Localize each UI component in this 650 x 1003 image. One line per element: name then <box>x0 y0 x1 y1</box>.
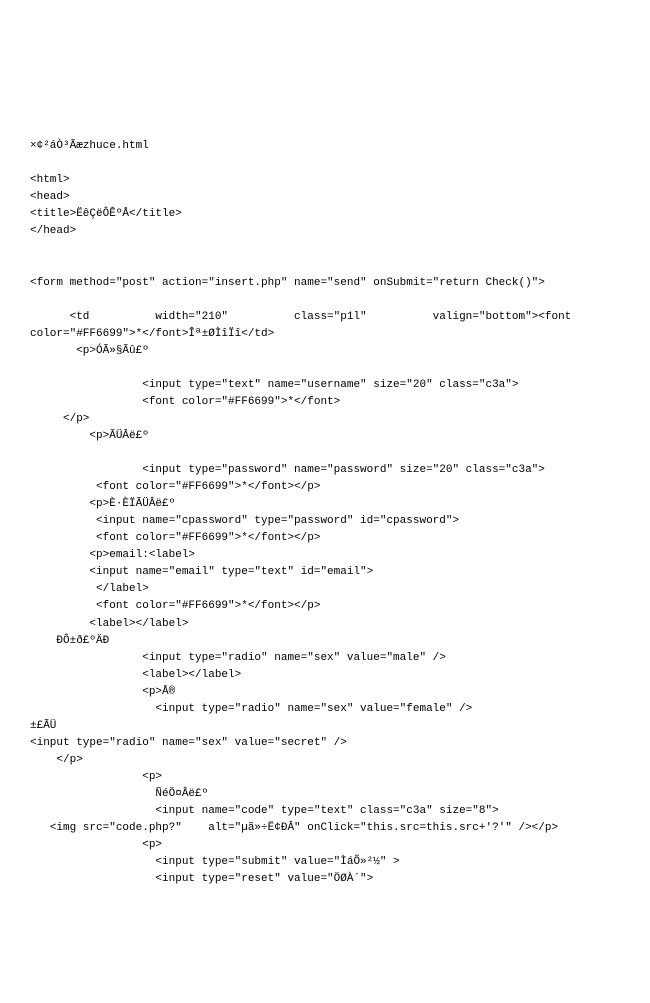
code-line: <input type="submit" value="ÌáÕ»²½" > <box>30 854 620 871</box>
code-line: color="#FF6699">*</font>Îª±ØÌîÏî</td> <box>30 326 620 343</box>
code-line: <font color="#FF6699">*</font> <box>30 394 620 411</box>
code-line: <font color="#FF6699">*</font></p> <box>30 598 620 615</box>
code-line: <input name="cpassword" type="password" … <box>30 513 620 530</box>
code-line: <label></label> <box>30 616 620 633</box>
code-line: </head> <box>30 223 620 240</box>
code-line: <p>È·ÈÏÃÜÂë£º <box>30 496 620 513</box>
code-line: <p>email:<label> <box>30 547 620 564</box>
code-line <box>30 258 620 275</box>
code-listing: ×¢²áÒ³Ãæzhuce.html <html><head><title>Ëê… <box>30 138 620 888</box>
code-line: ±£ÃÜ <box>30 718 620 735</box>
code-line: ÐÔ±ð£ºÄÐ <box>30 633 620 650</box>
code-line: <head> <box>30 189 620 206</box>
code-line: <font color="#FF6699">*</font></p> <box>30 530 620 547</box>
code-line: <input type="text" name="username" size=… <box>30 377 620 394</box>
code-line: <img src="code.php?" alt="µã»÷Ë¢ÐÂ" onCl… <box>30 820 620 837</box>
code-line: <p>ÃÜÂë£º <box>30 428 620 445</box>
code-line: <p>Å® <box>30 684 620 701</box>
code-line: </p> <box>30 752 620 769</box>
code-line <box>30 240 620 257</box>
code-line: <input type="radio" name="sex" value="ma… <box>30 650 620 667</box>
code-line: <form method="post" action="insert.php" … <box>30 275 620 292</box>
code-line: <input type="reset" value="ÖØÀ´"> <box>30 871 620 888</box>
code-line: <font color="#FF6699">*</font></p> <box>30 479 620 496</box>
code-line: <input name="email" type="text" id="emai… <box>30 564 620 581</box>
code-line: <td width="210" class="p1l" valign="bott… <box>30 309 620 326</box>
code-line: ×¢²áÒ³Ãæzhuce.html <box>30 138 620 155</box>
code-line: <html> <box>30 172 620 189</box>
code-line: <input name="code" type="text" class="c3… <box>30 803 620 820</box>
code-line: </p> <box>30 411 620 428</box>
code-line: <input type="radio" name="sex" value="fe… <box>30 701 620 718</box>
code-line: </label> <box>30 581 620 598</box>
code-line <box>30 155 620 172</box>
code-line: ÑéÖ¤Âë£º <box>30 786 620 803</box>
code-line: <input type="radio" name="sex" value="se… <box>30 735 620 752</box>
code-line <box>30 360 620 377</box>
code-line: <label></label> <box>30 667 620 684</box>
code-line <box>30 292 620 309</box>
code-line: <p>ÓÃ»§Ãû£º <box>30 343 620 360</box>
code-line: <input type="password" name="password" s… <box>30 462 620 479</box>
code-line: <p> <box>30 837 620 854</box>
code-line: <p> <box>30 769 620 786</box>
code-line: <title>ËêÇëÔÊºÅ</title> <box>30 206 620 223</box>
code-line <box>30 445 620 462</box>
